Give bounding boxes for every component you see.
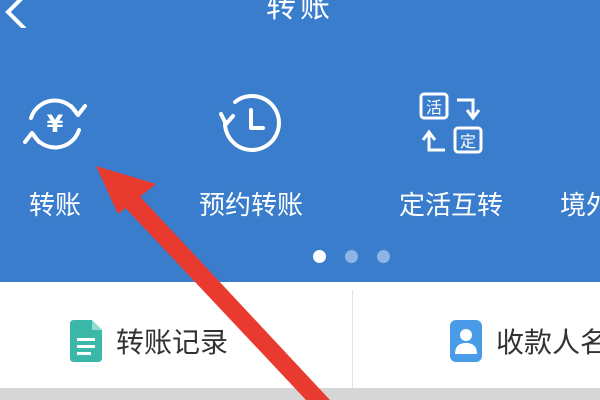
function-fixed-current-exchange[interactable]: 活 定 定活互转: [386, 88, 516, 224]
link-label: 转账记录: [116, 326, 229, 359]
pager-dot[interactable]: [377, 250, 390, 263]
fixed-current-exchange-icon: 活 定: [419, 92, 483, 154]
yen-circular-arrows-icon: ¥: [23, 98, 87, 150]
fixed-icon-top-text: 活: [426, 98, 442, 117]
function-label: 转账: [28, 191, 81, 221]
function-label: 预约转账: [198, 191, 303, 221]
contacts-icon: [450, 320, 482, 362]
function-scheduled-transfer[interactable]: 预约转账: [186, 88, 316, 224]
pager-dot-active[interactable]: [313, 250, 326, 263]
section-separator: [0, 388, 600, 400]
function-label: 境外: [560, 191, 600, 221]
clock-icon: [219, 94, 281, 152]
svg-text:¥: ¥: [47, 110, 64, 138]
function-overseas-transfer[interactable]: 境外: [560, 88, 600, 224]
payee-list-link[interactable]: 收款人名: [446, 318, 600, 364]
function-label: 定活互转: [398, 191, 503, 221]
page-title: 转账: [266, 0, 334, 25]
fixed-icon-bottom-text: 定: [460, 132, 476, 151]
link-label: 收款人名: [496, 326, 600, 359]
divider: [352, 290, 353, 400]
header-bar: 转账 ¥ 转账 预约转账 活 定 定活互转 境外: [0, 0, 600, 282]
transfer-records-link[interactable]: 转账记录: [66, 318, 228, 364]
pager-dot[interactable]: [345, 250, 358, 263]
function-transfer[interactable]: ¥ 转账: [0, 88, 120, 224]
document-icon: [70, 320, 102, 362]
